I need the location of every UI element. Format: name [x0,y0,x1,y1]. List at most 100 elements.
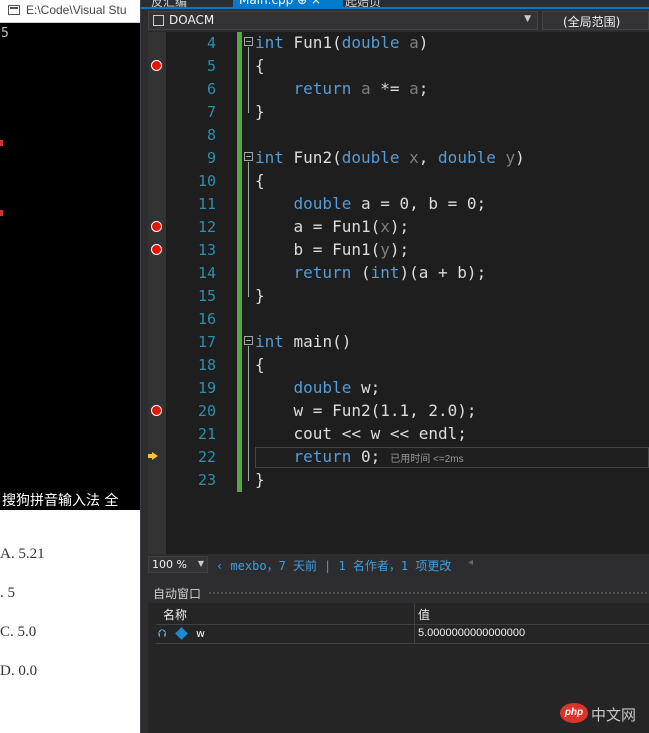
code-line[interactable]: 19 double w; [148,377,649,400]
line-number: 4 [206,34,216,52]
code-line[interactable]: 12 a = Fun1(x); [148,216,649,239]
answer-option-d: D. 0.0 [0,663,38,679]
code-text[interactable]: { [255,355,265,374]
watermark-text: 中文网 [591,706,637,724]
code-line[interactable]: 7} [148,101,649,124]
code-line[interactable]: 16 [148,308,649,331]
code-text[interactable]: w = Fun2(1.1, 2.0); [255,401,477,420]
change-indicator [237,423,242,446]
code-text[interactable]: double w; [255,378,381,397]
column-header-value[interactable]: 值 [418,606,430,623]
change-indicator [237,285,242,308]
code-line[interactable]: 23} [148,469,649,492]
line-number: 14 [197,264,216,282]
collapse-icon[interactable] [244,336,253,345]
code-line[interactable]: 20 w = Fun2(1.1, 2.0); [148,400,649,423]
code-line[interactable]: 22 return 0; 已用时间 <=2ms [148,446,649,469]
change-indicator [237,55,242,78]
code-line[interactable]: 13 b = Fun1(y); [148,239,649,262]
answer-option-b: . 5 [0,585,15,601]
code-line[interactable]: 21 cout << w << endl; [148,423,649,446]
line-number: 12 [197,218,216,236]
code-text[interactable]: int Fun1(double a) [255,33,428,52]
breakpoint-icon[interactable] [151,244,162,255]
table-row[interactable]: ⮉ w 5.0000000000000000 [156,625,649,644]
autos-title: 自动窗口 [153,587,202,601]
code-text[interactable]: a = Fun1(x); [255,217,410,236]
breakpoint-icon[interactable] [151,60,162,71]
column-header-name[interactable]: 名称 [163,606,187,623]
code-line[interactable]: 18 { [148,354,649,377]
scroll-left-icon[interactable]: ◂ [468,557,473,568]
change-indicator [237,308,242,331]
code-text[interactable]: } [255,470,265,489]
column-separator [414,625,415,643]
code-text[interactable]: int main() [255,332,351,351]
codelens-author[interactable]: ‹ mexbo，7 天前 [216,557,317,574]
codelens-author-text: mexbo，7 天前 [230,559,318,573]
line-number: 11 [197,195,216,213]
code-text[interactable]: b = Fun1(y); [255,240,410,259]
column-separator[interactable] [414,603,415,624]
fold-guide [248,346,249,481]
line-number: 5 [206,57,216,75]
zoom-level: 100 % [152,558,187,571]
code-line[interactable]: 15} [148,285,649,308]
breakpoint-icon[interactable] [151,405,162,416]
code-text[interactable]: return a *= a; [255,79,429,98]
collapse-icon[interactable] [244,152,253,161]
code-line[interactable]: 6 return a *= a; [148,78,649,101]
code-text[interactable]: { [255,56,265,75]
code-text[interactable]: } [255,286,265,305]
code-editor[interactable]: 4 int Fun1(double a) 5{6 return a *= a; 7} 8… [148,32,649,554]
answer-option-c: C. 5.0 [0,624,37,640]
code-line[interactable]: 9 int Fun2(double x, double y) [148,147,649,170]
console-titlebar[interactable]: E:\Code\Visual Stu [0,0,140,23]
change-indicator [237,32,242,55]
chevron-down-icon: ▼ [197,559,204,568]
ime-status-bar: 搜狗拼音输入法 全 [0,488,140,510]
scope-dropdown[interactable]: (全局范围) [542,11,649,30]
codelens-changes[interactable]: | 1 名作者，1 项更改 [324,557,451,574]
line-number: 21 [197,425,216,443]
line-number: 6 [206,80,216,98]
zoom-dropdown[interactable]: 100 % ▼ [148,556,208,573]
code-line[interactable]: 8 [148,124,649,147]
code-text[interactable]: double a = 0, b = 0; [255,194,487,213]
code-text[interactable]: return 0; 已用时间 <=2ms [255,447,464,466]
code-text[interactable]: return (int)(a + b); [255,263,487,282]
code-text[interactable]: { [255,171,265,190]
variable-value[interactable]: 5.0000000000000000 [418,627,525,639]
line-number: 20 [197,402,216,420]
change-indicator [237,400,242,423]
code-line[interactable]: 10 { [148,170,649,193]
project-label: DOACM [169,13,215,27]
project-dropdown[interactable]: DOACM ▼ [148,11,538,30]
line-number: 18 [197,356,216,374]
code-line[interactable]: 17 int main() [148,331,649,354]
line-number: 7 [206,103,216,121]
code-line[interactable]: 11 double a = 0, b = 0; [148,193,649,216]
panel-splitter[interactable] [148,575,649,583]
code-text[interactable]: } [255,102,265,121]
console-output-area: 5 [0,23,140,510]
change-indicator [237,170,242,193]
left-marker [0,140,3,146]
breakpoint-icon[interactable] [151,221,162,232]
autos-title-bar[interactable]: 自动窗口 [148,583,649,603]
console-title: E:\Code\Visual Stu [26,3,127,17]
collapse-icon[interactable] [244,37,253,46]
execution-pointer-icon[interactable] [148,452,158,460]
drag-grip[interactable] [208,591,648,595]
code-line[interactable]: 5{ [148,55,649,78]
line-number: 23 [197,471,216,489]
line-number: 15 [197,287,216,305]
change-indicator [237,262,242,285]
project-icon [153,15,164,26]
variable-icon [175,627,188,640]
code-text[interactable]: cout << w << endl; [255,424,467,443]
code-text[interactable]: int Fun2(double x, double y) [255,148,525,167]
code-line[interactable]: 4 int Fun1(double a) [148,32,649,55]
console-output-text: 5 [1,26,9,41]
code-line[interactable]: 14 return (int)(a + b); [148,262,649,285]
